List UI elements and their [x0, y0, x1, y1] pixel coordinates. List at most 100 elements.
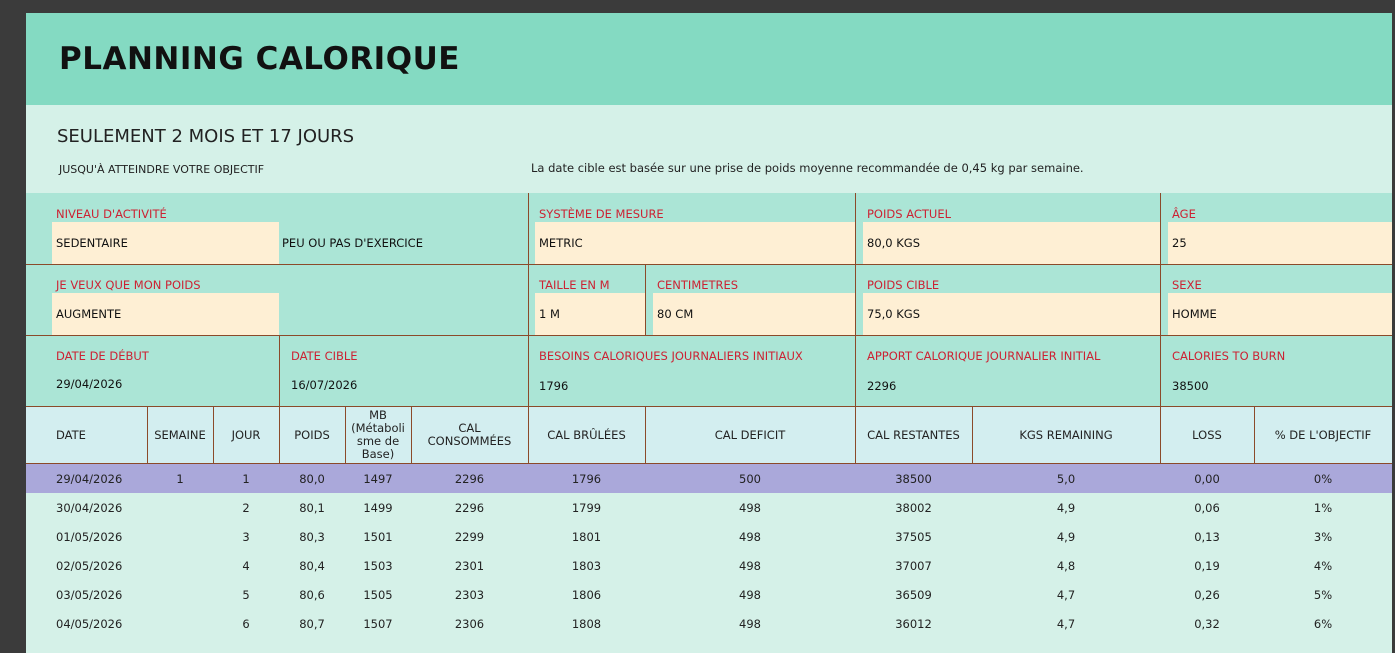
- grid-line: [1160, 193, 1161, 406]
- target-date-note: La date cible est basée sur une prise de…: [531, 161, 1084, 175]
- cell-date: 04/05/2026: [56, 616, 123, 631]
- cell-date: 01/05/2026: [56, 529, 123, 544]
- cell-week: [147, 580, 213, 609]
- cell-bmr: 1501: [363, 529, 393, 544]
- activity-level-select[interactable]: SEDENTAIRE: [52, 222, 279, 264]
- cell-bmr: 1499: [363, 500, 393, 515]
- cell-weight: 80,0: [299, 471, 325, 486]
- cell-cal-remaining: 38500: [895, 471, 932, 486]
- grid-line: [855, 406, 856, 464]
- col-header-day: JOUR: [231, 427, 261, 442]
- cell-cal-deficit: 498: [739, 587, 761, 602]
- page-title: PLANNING CALORIQUE: [59, 41, 460, 77]
- sex-select[interactable]: HOMME: [1168, 293, 1392, 335]
- grid-line: [26, 335, 1392, 336]
- cell-cal-remaining: 37505: [895, 529, 932, 544]
- grid-line: [279, 406, 280, 464]
- cell-day: 5: [242, 587, 250, 602]
- cell-cal-burned: 1808: [571, 616, 602, 631]
- cell-kgs-remaining: 4,9: [1056, 500, 1076, 515]
- cell-weight: 80,1: [299, 500, 325, 515]
- col-header-cal-deficit: CAL DEFICIT: [714, 427, 786, 442]
- cell-cal-consumed: 2301: [454, 558, 485, 573]
- cell-bmr: 1497: [363, 471, 393, 486]
- duration-summary: SEULEMENT 2 MOIS ET 17 JOURS: [57, 126, 355, 147]
- col-header-cal-consumed: CAL CONSOMMÉES: [427, 421, 512, 448]
- cell-cal-burned: 1796: [571, 471, 602, 486]
- cell-day: 1: [242, 471, 250, 486]
- table-row: 04/05/2026 6 80,7 1507 2306 1808 498 36012 4,7 0,…: [26, 609, 1392, 638]
- col-header-cal-remaining: CAL RESTANTES: [867, 427, 960, 442]
- until-goal-text: JUSQU'À ATTEINDRE VOTRE OBJECTIF: [59, 163, 265, 176]
- measurement-system-select[interactable]: METRIC: [535, 222, 855, 264]
- cell-goal-percent: 3%: [1313, 529, 1333, 544]
- cell-week: [147, 609, 213, 638]
- grid-line: [147, 406, 148, 464]
- height-cm-label: CENTIMETRES: [657, 278, 739, 292]
- cell-week: [147, 522, 213, 551]
- current-weight-label: POIDS ACTUEL: [867, 207, 951, 221]
- grid-line: [972, 406, 973, 464]
- cell-loss: 0,32: [1194, 616, 1220, 631]
- cell-kgs-remaining: 4,7: [1056, 616, 1076, 631]
- calories-to-burn-value: 38500: [1172, 379, 1209, 393]
- cell-bmr: 1507: [363, 616, 393, 631]
- age-field[interactable]: 25: [1168, 222, 1392, 264]
- cell-cal-consumed: 2296: [454, 471, 485, 486]
- cell-cal-deficit: 498: [739, 500, 761, 515]
- grid-line: [26, 264, 1392, 265]
- cell-week: 1: [176, 471, 184, 486]
- start-date-value[interactable]: 29/04/2026: [56, 377, 122, 391]
- cell-cal-remaining: 36012: [895, 616, 932, 631]
- cell-goal-percent: 6%: [1313, 616, 1333, 631]
- cell-bmr: 1505: [363, 587, 393, 602]
- cell-goal-percent: 5%: [1313, 587, 1333, 602]
- grid-line: [528, 193, 529, 406]
- cell-goal-percent: 0%: [1313, 471, 1333, 486]
- grid-line: [528, 406, 529, 464]
- cell-cal-burned: 1801: [571, 529, 602, 544]
- cell-goal-percent: 4%: [1313, 558, 1333, 573]
- col-header-goal-percent: % DE L'OBJECTIF: [1274, 427, 1372, 442]
- cell-day: 3: [242, 529, 250, 544]
- daily-needs-label: BESOINS CALORIQUES JOURNALIERS INITIAUX: [539, 349, 803, 363]
- height-m-field[interactable]: 1 M: [535, 293, 645, 335]
- grid-line: [345, 406, 346, 464]
- target-weight-field[interactable]: 75,0 KGS: [863, 293, 1160, 335]
- current-weight-field[interactable]: 80,0 KGS: [863, 222, 1160, 264]
- grid-line: [411, 406, 412, 464]
- daily-intake-label: APPORT CALORIQUE JOURNALIER INITIAL: [867, 349, 1101, 363]
- age-label: ÂGE: [1172, 207, 1196, 221]
- daily-intake-value: 2296: [867, 379, 897, 393]
- measurement-system-label: SYSTÈME DE MESURE: [539, 207, 664, 221]
- daily-needs-value: 1796: [539, 379, 569, 393]
- cell-cal-consumed: 2299: [454, 529, 485, 544]
- col-header-date: DATE: [56, 427, 86, 442]
- col-header-kgs-remaining: KGS REMAINING: [1019, 427, 1113, 442]
- activity-level-description: PEU OU PAS D'EXERCICE: [282, 236, 423, 250]
- cell-goal-percent: 1%: [1313, 500, 1333, 515]
- cell-day: 6: [242, 616, 250, 631]
- table-row: 02/05/2026 4 80,4 1503 2301 1803 498 37007 4,8 0,…: [26, 551, 1392, 580]
- cell-bmr: 1503: [363, 558, 393, 573]
- cell-date: 02/05/2026: [56, 558, 123, 573]
- weight-goal-select[interactable]: AUGMENTE: [52, 293, 279, 335]
- height-cm-field[interactable]: 80 CM: [653, 293, 855, 335]
- cell-cal-remaining: 37007: [895, 558, 932, 573]
- cell-weight: 80,7: [299, 616, 325, 631]
- height-m-label: TAILLE EN M: [539, 278, 610, 292]
- cell-cal-deficit: 498: [739, 616, 761, 631]
- cell-date: 29/04/2026: [56, 471, 123, 486]
- col-header-cal-burned: CAL BRÛLÉES: [547, 427, 626, 442]
- cell-cal-consumed: 2303: [454, 587, 485, 602]
- grid-line: [279, 335, 280, 406]
- cell-loss: 0,26: [1194, 587, 1220, 602]
- cell-cal-deficit: 500: [739, 471, 761, 486]
- cell-cal-burned: 1806: [571, 587, 602, 602]
- cell-day: 4: [242, 558, 250, 573]
- grid-line: [1160, 406, 1161, 464]
- table-row: 30/04/2026 2 80,1 1499 2296 1799 498 38002 4,9 0,…: [26, 493, 1392, 522]
- sex-label: SEXE: [1172, 278, 1202, 292]
- grid-line: [213, 406, 214, 464]
- cell-cal-burned: 1799: [571, 500, 602, 515]
